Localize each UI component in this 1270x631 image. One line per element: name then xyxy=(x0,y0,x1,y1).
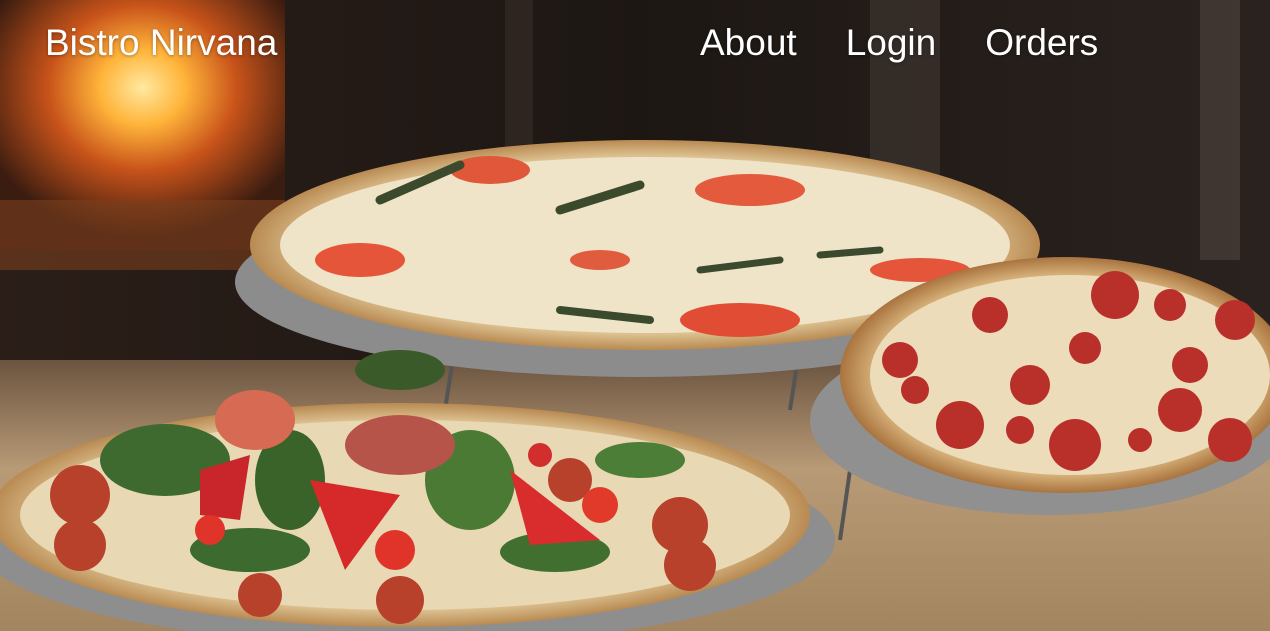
nav-link-login[interactable]: Login xyxy=(846,22,937,64)
main-nav: About Login Orders xyxy=(700,22,1098,64)
hero-pizza-photo xyxy=(0,0,1270,631)
nav-link-orders[interactable]: Orders xyxy=(985,22,1098,64)
nav-link-about[interactable]: About xyxy=(700,22,797,64)
hero-banner: Bistro Nirvana About Login Orders xyxy=(0,0,1270,631)
brand-logo-link[interactable]: Bistro Nirvana xyxy=(45,22,277,64)
